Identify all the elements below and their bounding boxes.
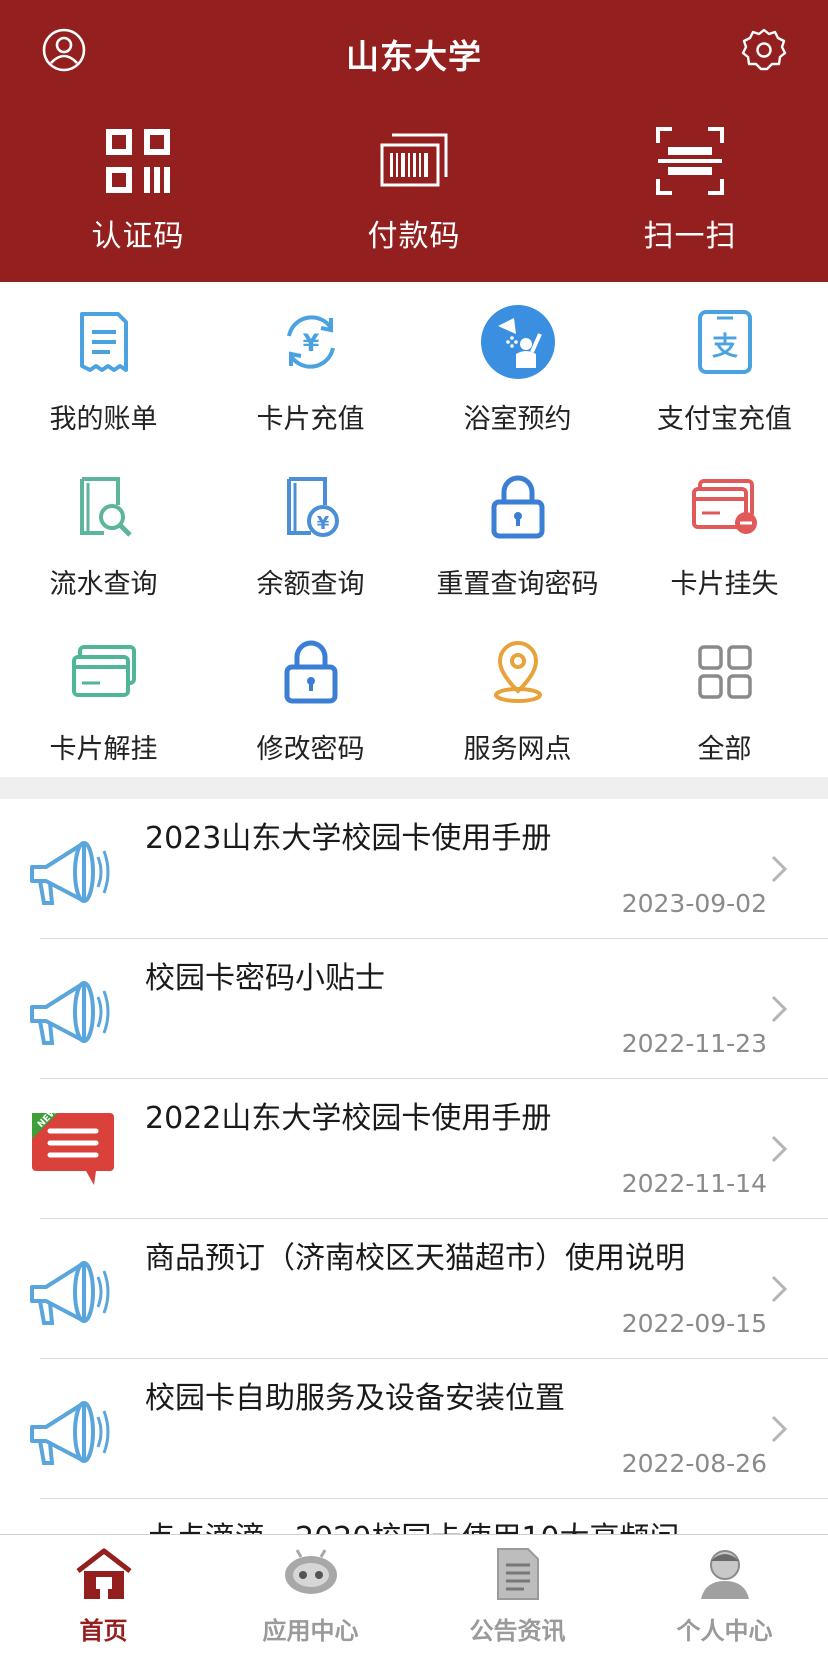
app-screen: 山东大学 认证码 付款码 扫一扫 我的账单 ¥ 卡片充值 浴室预约 支 支付宝充…	[0, 0, 828, 1659]
grid-item-label: 卡片充值	[256, 404, 365, 435]
list-item[interactable]: 校园卡自助服务及设备安装位置 2022-08-26	[0, 1359, 828, 1499]
megaphone-icon	[24, 1521, 120, 1534]
list-item[interactable]: 校园卡密码小贴士 2022-11-23	[0, 939, 828, 1079]
grid-item-alipay[interactable]: 支 支付宝充值	[621, 282, 828, 447]
grid-item-label: 全部	[697, 734, 752, 765]
svg-text:¥: ¥	[302, 329, 319, 357]
grid-item-label: 余额查询	[256, 569, 365, 600]
scan-icon	[552, 125, 828, 197]
news-date: 2022-11-23	[621, 1029, 767, 1058]
quick-action-label: 付款码	[367, 219, 461, 254]
tab-label: 应用中心	[262, 1617, 359, 1645]
shower-icon	[414, 304, 621, 380]
megaphone-icon	[24, 1381, 120, 1477]
service-grid: 我的账单 ¥ 卡片充值 浴室预约 支 支付宝充值 流水查询 ¥ 余额查询 重置查…	[0, 282, 828, 777]
chevron-right-icon	[770, 854, 788, 888]
megaphone-icon	[24, 1241, 120, 1337]
grid-item-recharge[interactable]: ¥ 卡片充值	[207, 282, 414, 447]
bill-icon	[0, 304, 207, 380]
grid-item-label: 卡片挂失	[670, 569, 779, 600]
grid-item-shower[interactable]: 浴室预约	[414, 282, 621, 447]
grid-item-card-unfreeze[interactable]: 卡片解挂	[0, 612, 207, 777]
news-title: 点点滴滴—2020校园卡使用10大高频问	[145, 1513, 680, 1534]
list-item[interactable]: 点点滴滴—2020校园卡使用10大高频问	[0, 1499, 828, 1534]
news-title: 校园卡自助服务及设备安装位置	[145, 1381, 565, 1416]
grid-item-label: 修改密码	[256, 734, 365, 765]
tab-label: 公告资讯	[469, 1617, 566, 1645]
quick-action-auth-code[interactable]: 认证码	[0, 125, 276, 255]
grid-item-label: 我的账单	[49, 404, 158, 435]
balance-icon: ¥	[207, 469, 414, 545]
megaphone-icon	[24, 961, 120, 1057]
barcode-icon	[276, 125, 552, 197]
robot-icon	[207, 1547, 414, 1603]
quick-action-label: 认证码	[91, 219, 185, 254]
quick-action-scan[interactable]: 扫一扫	[552, 125, 828, 255]
grid-item-label: 浴室预约	[463, 404, 572, 435]
news-title: 2023山东大学校园卡使用手册	[145, 821, 552, 856]
transaction-search-icon	[0, 469, 207, 545]
news-list: 2023山东大学校园卡使用手册 2023-09-02 校园卡密码小贴士 2022…	[0, 799, 828, 1534]
grid-item-all[interactable]: 全部	[621, 612, 828, 777]
home-icon	[0, 1547, 207, 1603]
news-title: 校园卡密码小贴士	[145, 961, 385, 996]
gear-icon[interactable]	[738, 24, 790, 76]
qr-code-icon	[0, 125, 276, 197]
news-date: 2022-09-15	[621, 1309, 767, 1338]
tab-announcements[interactable]: 公告资讯	[414, 1535, 621, 1659]
quick-action-label: 扫一扫	[643, 219, 737, 254]
page-title: 山东大学	[346, 37, 482, 76]
grid-item-label: 流水查询	[49, 569, 158, 600]
tab-label: 个人中心	[676, 1617, 773, 1645]
news-title: 商品预订（济南校区天猫超市）使用说明	[145, 1241, 685, 1276]
grid-item-change-password[interactable]: 修改密码	[207, 612, 414, 777]
grid-item-label: 卡片解挂	[49, 734, 158, 765]
header: 山东大学 认证码 付款码 扫一扫	[0, 0, 828, 282]
tab-label: 首页	[79, 1617, 128, 1645]
grid-item-bill[interactable]: 我的账单	[0, 282, 207, 447]
grid-item-label: 重置查询密码	[436, 569, 599, 600]
tab-personal-center[interactable]: 个人中心	[621, 1535, 828, 1659]
news-date: 2023-09-02	[621, 889, 767, 918]
location-icon	[414, 634, 621, 710]
tab-app-center[interactable]: 应用中心	[207, 1535, 414, 1659]
bottom-tab-bar: 首页 应用中心 公告资讯 个人中心	[0, 1534, 828, 1659]
tab-home[interactable]: 首页	[0, 1535, 207, 1659]
person-icon	[621, 1547, 828, 1603]
news-date: 2022-08-26	[621, 1449, 767, 1478]
chevron-right-icon	[770, 1414, 788, 1448]
card-unfreeze-icon	[0, 634, 207, 710]
document-icon	[414, 1547, 621, 1603]
grid-item-transaction-query[interactable]: 流水查询	[0, 447, 207, 612]
card-loss-icon	[621, 469, 828, 545]
chevron-right-icon	[770, 1274, 788, 1308]
chevron-right-icon	[770, 994, 788, 1028]
grid-item-balance-query[interactable]: ¥ 余额查询	[207, 447, 414, 612]
list-item[interactable]: 商品预订（济南校区天猫超市）使用说明 2022-09-15	[0, 1219, 828, 1359]
news-title: 2022山东大学校园卡使用手册	[145, 1101, 552, 1136]
chevron-right-icon	[770, 1134, 788, 1168]
new-message-icon: NEW	[24, 1101, 120, 1197]
grid-item-reset-query-password[interactable]: 重置查询密码	[414, 447, 621, 612]
quick-action-payment-code[interactable]: 付款码	[276, 125, 552, 255]
grid-item-label: 服务网点	[463, 734, 572, 765]
grid-item-service-points[interactable]: 服务网点	[414, 612, 621, 777]
section-divider	[0, 777, 828, 799]
news-date: 2022-11-14	[621, 1169, 767, 1198]
grid-item-card-loss[interactable]: 卡片挂失	[621, 447, 828, 612]
list-item[interactable]: NEW 2022山东大学校园卡使用手册 2022-11-14	[0, 1079, 828, 1219]
recharge-icon: ¥	[207, 304, 414, 380]
svg-text:¥: ¥	[316, 513, 329, 534]
lock-icon	[207, 634, 414, 710]
svg-text:支: 支	[711, 332, 737, 362]
alipay-icon: 支	[621, 304, 828, 380]
grid-icon	[621, 634, 828, 710]
grid-item-label: 支付宝充值	[657, 404, 792, 435]
list-item[interactable]: 2023山东大学校园卡使用手册 2023-09-02	[0, 799, 828, 939]
lock-icon	[414, 469, 621, 545]
megaphone-icon	[24, 821, 120, 917]
